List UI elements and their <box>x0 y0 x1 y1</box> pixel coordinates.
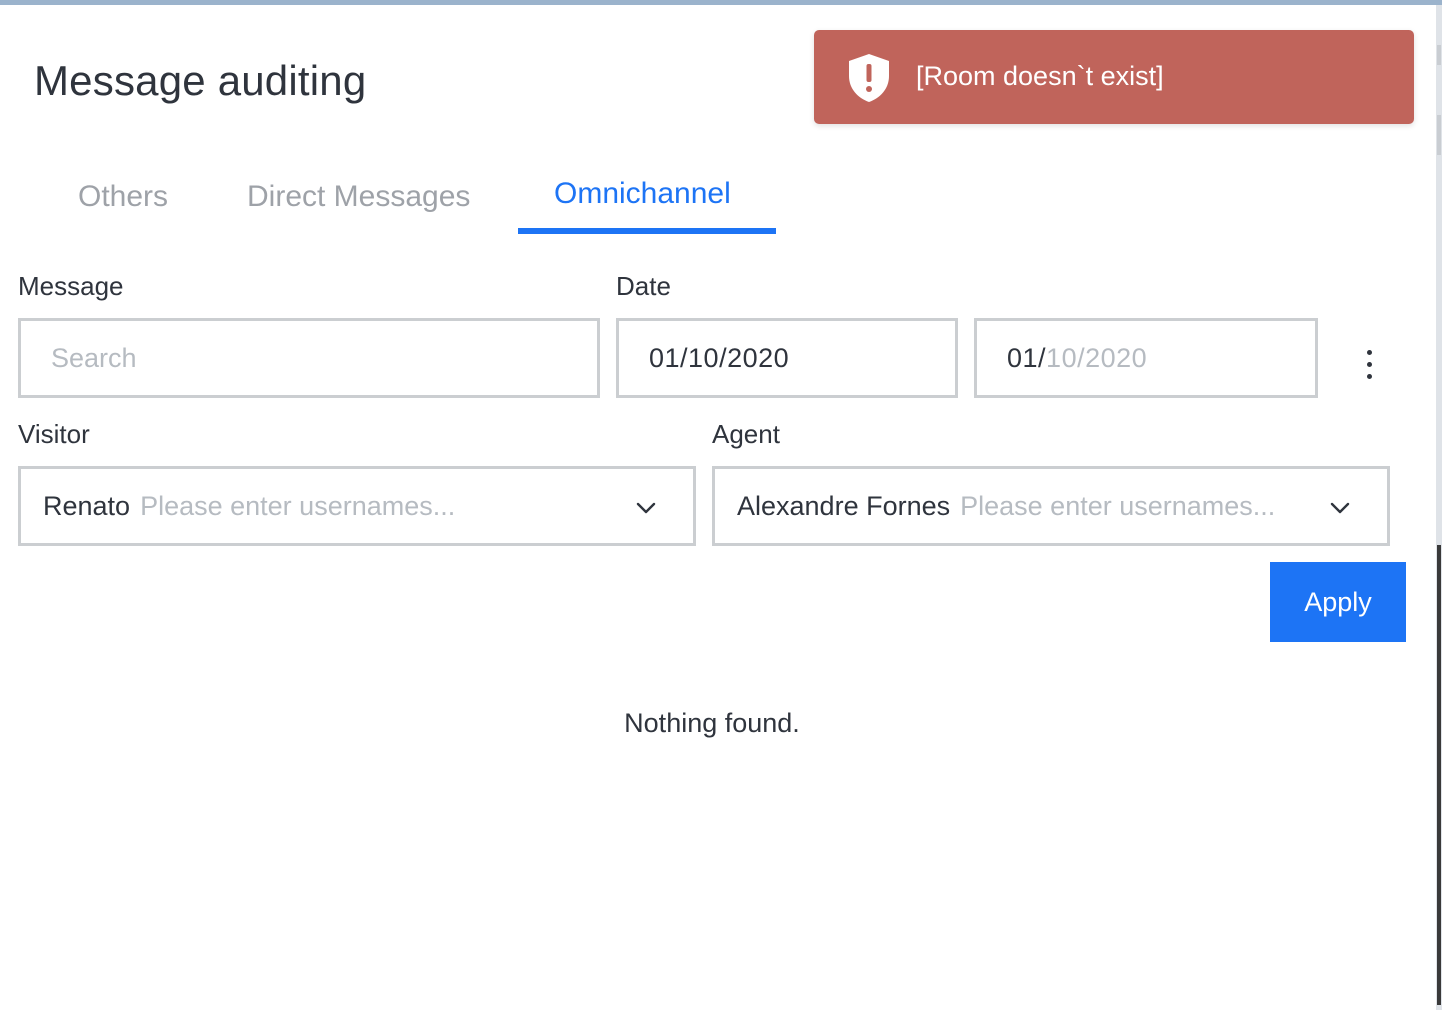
end-date-year: 2020 <box>1085 342 1148 373</box>
active-tab-indicator <box>518 228 776 234</box>
tab-direct-messages[interactable]: Direct Messages <box>247 180 470 214</box>
end-date-month: 10 <box>1046 342 1078 373</box>
agent-selected-chip[interactable]: Alexandre Fornes <box>737 491 950 522</box>
message-search-input[interactable] <box>21 321 597 395</box>
end-date-prefix: 01/ <box>1007 342 1047 373</box>
error-toast[interactable]: [Room doesn`t exist] <box>814 30 1414 124</box>
toast-message: [Room doesn`t exist] <box>916 61 1164 91</box>
start-date-field[interactable]: 01/10/2020 <box>616 318 958 398</box>
tab-omnichannel[interactable]: Omnichannel <box>554 177 731 211</box>
page-title: Message auditing <box>34 57 367 104</box>
chevron-down-icon[interactable] <box>1329 497 1351 519</box>
background-app-edge <box>1436 5 1442 1010</box>
message-label: Message <box>18 271 124 301</box>
kebab-menu-icon[interactable] <box>1356 345 1384 385</box>
visitor-select[interactable]: Renato Please enter usernames... <box>18 466 696 546</box>
agent-label: Agent <box>712 419 780 449</box>
apply-button[interactable]: Apply <box>1270 562 1406 642</box>
end-date-value: 01/10/2020 <box>977 343 1147 374</box>
end-date-separator: / <box>1077 342 1086 373</box>
agent-placeholder: Please enter usernames... <box>960 490 1276 521</box>
end-date-field[interactable]: 01/10/2020 <box>974 318 1318 398</box>
agent-select[interactable]: Alexandre Fornes Please enter usernames.… <box>712 466 1390 546</box>
tab-others[interactable]: Others <box>78 180 168 214</box>
message-auditing-panel: Message auditing Others Direct Messages … <box>0 5 1436 1010</box>
chevron-down-icon[interactable] <box>635 497 657 519</box>
visitor-placeholder: Please enter usernames... <box>140 490 456 521</box>
start-date-value: 01/10/2020 <box>649 342 790 373</box>
date-label: Date <box>616 271 671 301</box>
visitor-selected-chip[interactable]: Renato <box>43 491 130 522</box>
empty-results-text: Nothing found. <box>624 708 800 738</box>
visitor-label: Visitor <box>18 419 90 449</box>
message-search-field <box>18 318 600 398</box>
shield-alert-icon <box>849 54 889 102</box>
